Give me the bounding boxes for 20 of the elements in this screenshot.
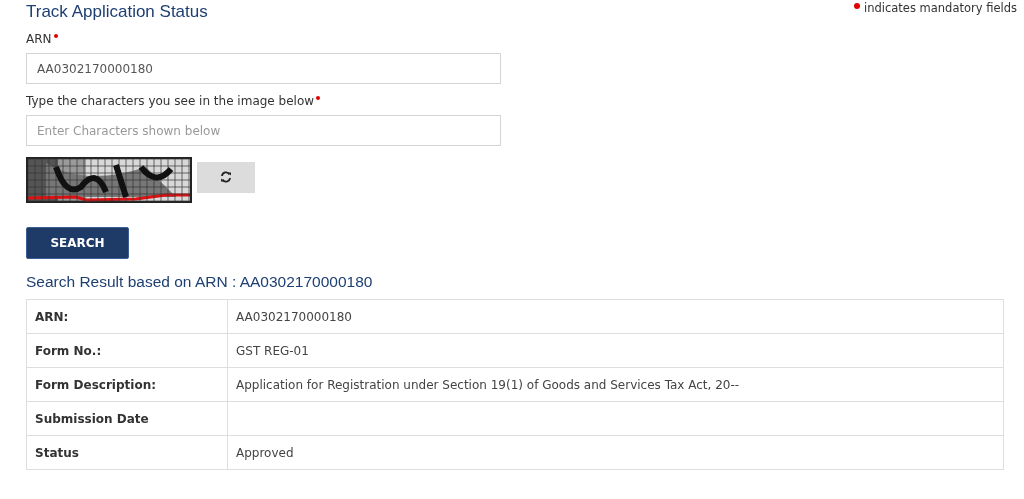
result-heading: Search Result based on ARN : AA0302170000180 xyxy=(26,273,374,291)
table-cell: GST REG-01 xyxy=(227,333,1004,368)
table-cell: Application for Registration under Section 19(1) of Goods and Services Tax Act, 20-- xyxy=(227,367,1004,402)
refresh-icon xyxy=(220,171,232,183)
table-cell: Submission Date xyxy=(26,401,228,436)
table-cell: Approved xyxy=(227,435,1004,470)
page-title: Track Application Status xyxy=(26,2,208,22)
required-dot-icon xyxy=(854,3,860,9)
table-cell: Form No.: xyxy=(26,333,228,368)
mandatory-note: indicates mandatory fields xyxy=(864,1,1017,15)
field-label: ARN xyxy=(26,32,52,46)
table-cell: ARN: xyxy=(26,299,228,334)
refresh-button[interactable] xyxy=(197,161,255,193)
search-button[interactable]: SEARCH xyxy=(26,227,129,259)
field-label: Type the characters you see in the image below xyxy=(26,94,315,108)
table-cell: AA0302170000180 xyxy=(227,299,1004,334)
input-field[interactable]: Enter Characters shown below xyxy=(26,115,501,146)
table-cell: Status xyxy=(26,435,228,470)
input-field[interactable]: AA0302170000180 xyxy=(26,53,501,84)
table-cell: Form Description: xyxy=(26,367,228,402)
